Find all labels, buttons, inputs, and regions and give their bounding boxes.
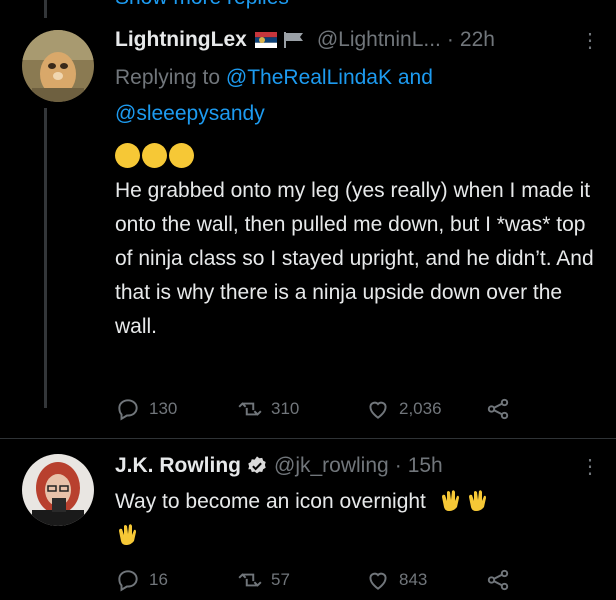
tweet-header: J.K. Rowling @jk_rowling · 15h: [115, 454, 443, 478]
tweet-text: He grabbed onto my leg (yes really) when…: [115, 179, 594, 338]
author-handle[interactable]: @LightninL...: [317, 28, 441, 52]
more-options-icon[interactable]: ⋮: [580, 454, 600, 479]
retweet-count: 310: [271, 399, 300, 418]
verified-badge-icon: [248, 456, 266, 474]
heart-icon: [369, 401, 387, 419]
avatar-image: [22, 30, 94, 102]
reply-button[interactable]: 130: [115, 396, 237, 422]
retweet-icon: [238, 573, 262, 587]
share-icon: [487, 569, 509, 591]
author-name[interactable]: J.K. Rowling: [115, 454, 241, 478]
show-more-replies-link[interactable]: Show more replies: [115, 0, 289, 10]
retweet-button[interactable]: 310: [237, 396, 365, 422]
replying-to-label: Replying to: [115, 66, 221, 89]
share-button[interactable]: [485, 567, 511, 593]
rolling-laughing-emoji-icon: [169, 143, 194, 168]
rolling-laughing-emoji-icon: [115, 143, 140, 168]
timestamp[interactable]: 15h: [408, 454, 443, 478]
reply-target-conjunction: and: [397, 66, 433, 89]
tweet-actions: 130 310 2,036: [115, 396, 511, 422]
heart-icon: [369, 572, 387, 590]
replying-to: Replying to @TheRealLindaK and @sleeepys…: [115, 60, 585, 132]
reply-count: 130: [149, 399, 178, 418]
author-name[interactable]: LightningLex: [115, 28, 247, 52]
avatar-image: [22, 454, 94, 526]
reply-target-link[interactable]: @sleeepysandy: [115, 102, 265, 125]
retweet-button[interactable]: 57: [237, 567, 365, 593]
reply-target-link[interactable]: @TheRealLindaK: [226, 66, 392, 89]
share-icon: [487, 398, 509, 420]
clapping-hands-emoji-icon: [438, 487, 463, 512]
like-button[interactable]: 2,036: [365, 396, 485, 422]
clapping-hands-emoji-icon: [115, 521, 140, 546]
thread-line: [44, 0, 47, 18]
tweet-divider: [0, 438, 616, 439]
like-count: 843: [399, 570, 428, 589]
retweet-icon: [238, 402, 262, 416]
separator-dot: ·: [394, 454, 402, 477]
clapping-hands-emoji-icon: [465, 487, 490, 512]
author-handle[interactable]: @jk_rowling: [274, 454, 389, 478]
tweet-text: Way to become an icon overnight: [115, 485, 595, 553]
black-flag-icon: [283, 32, 303, 48]
timestamp[interactable]: 22h: [460, 28, 495, 52]
like-button[interactable]: 843: [365, 567, 485, 593]
avatar[interactable]: [22, 30, 94, 102]
share-button[interactable]: [485, 396, 511, 422]
reply-count: 16: [149, 570, 168, 589]
tweet-actions: 16 57 843: [115, 567, 511, 593]
reply-button[interactable]: 16: [115, 567, 237, 593]
like-count: 2,036: [399, 399, 442, 418]
reply-icon: [118, 399, 138, 421]
retweet-count: 57: [271, 570, 290, 589]
serbia-flag-icon: [254, 32, 277, 48]
tweet-header: LightningLex @LightninL... · 22h: [115, 28, 495, 52]
thread-line: [44, 108, 47, 408]
tweet-emoji-line: [115, 140, 595, 174]
avatar[interactable]: [22, 454, 94, 526]
more-options-icon[interactable]: ⋮: [580, 28, 600, 53]
reply-icon: [118, 570, 138, 592]
separator-dot: ·: [446, 28, 454, 51]
tweet-text-content: Way to become an icon overnight: [115, 490, 426, 513]
rolling-laughing-emoji-icon: [142, 143, 167, 168]
